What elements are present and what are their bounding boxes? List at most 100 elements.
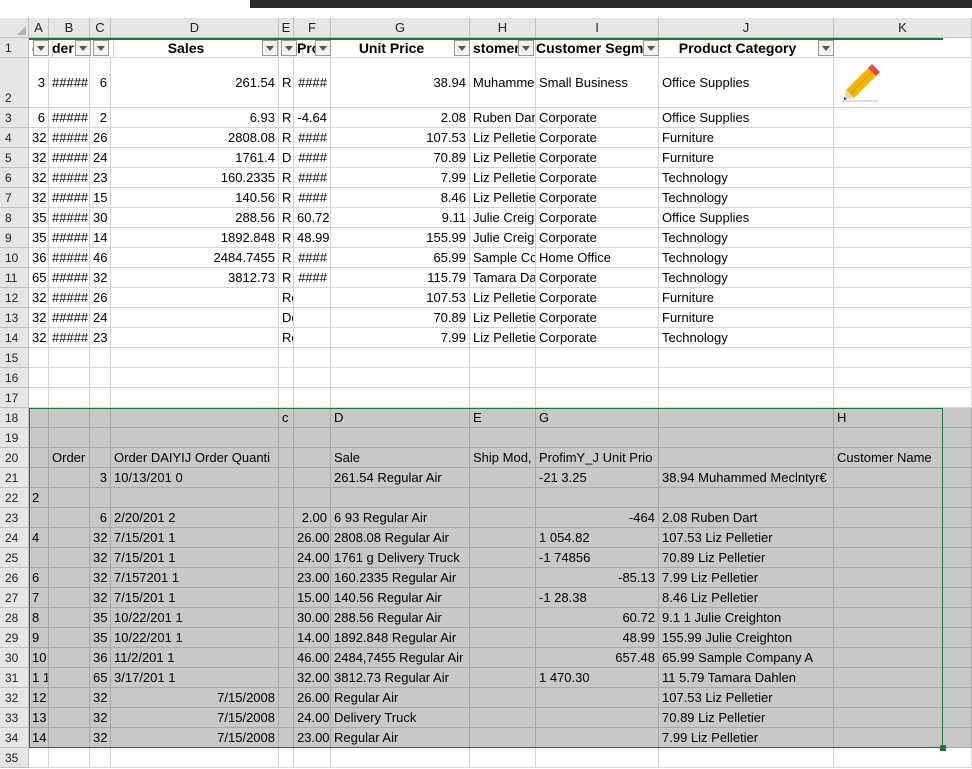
cell[interactable] <box>49 408 90 428</box>
cell[interactable]: 9 <box>29 628 49 648</box>
cell[interactable] <box>294 288 331 308</box>
row-header-4[interactable]: 5 <box>0 148 29 168</box>
cell[interactable]: 36 <box>90 648 111 668</box>
cell[interactable] <box>49 568 90 588</box>
cell[interactable] <box>536 728 659 748</box>
cell[interactable] <box>279 588 294 608</box>
cell[interactable]: 3812.73 <box>111 268 279 288</box>
cell[interactable] <box>294 468 331 488</box>
cell[interactable]: 48.99 <box>536 628 659 648</box>
cell[interactable]: 2/20/201 2 <box>111 508 279 528</box>
row-header-32[interactable]: 33 <box>0 708 29 728</box>
cell[interactable]: 2808.08 Regular Air <box>331 528 470 548</box>
cell[interactable] <box>90 428 111 448</box>
row-header-23[interactable]: 24 <box>0 528 29 548</box>
cell[interactable]: G <box>536 408 659 428</box>
cell[interactable]: 9.11 <box>331 208 470 228</box>
cell[interactable]: Technology <box>659 228 834 248</box>
cell[interactable]: #### <box>294 128 331 148</box>
cell[interactable]: 32 <box>90 708 111 728</box>
cell[interactable]: 35 <box>90 628 111 648</box>
cell[interactable]: 7/15/2008 <box>111 688 279 708</box>
cell[interactable]: 261.54 <box>111 58 279 108</box>
cell[interactable]: 23 <box>90 168 111 188</box>
cell[interactable] <box>834 428 972 448</box>
cell[interactable]: Sale <box>331 448 470 468</box>
cell[interactable]: ##### <box>49 268 90 288</box>
cell[interactable]: 32 <box>90 528 111 548</box>
filter-button-5[interactable] <box>315 40 331 56</box>
cell[interactable]: ##### <box>49 188 90 208</box>
row-header-7[interactable]: 8 <box>0 208 29 228</box>
cell[interactable]: 1 1 <box>29 668 49 688</box>
cell[interactable] <box>279 508 294 528</box>
row-header-24[interactable]: 25 <box>0 548 29 568</box>
cell[interactable]: -21 3.25 <box>536 468 659 488</box>
cell[interactable] <box>90 748 111 768</box>
cell[interactable]: 160.2335 Regular Air <box>331 568 470 588</box>
cell[interactable] <box>536 748 659 768</box>
cell[interactable] <box>279 708 294 728</box>
cell[interactable]: Julie Creig <box>470 208 536 228</box>
cell[interactable]: 115.79 <box>331 268 470 288</box>
pencil-icon[interactable] <box>838 64 880 104</box>
cell[interactable]: 32 <box>90 728 111 748</box>
cell[interactable] <box>49 548 90 568</box>
row-header-30[interactable]: 31 <box>0 668 29 688</box>
cell[interactable]: 36 <box>29 248 49 268</box>
cell[interactable] <box>331 748 470 768</box>
cell[interactable]: 6 <box>29 108 49 128</box>
cell[interactable]: Delivery <box>279 308 294 328</box>
cell[interactable]: -464 <box>536 508 659 528</box>
cell[interactable] <box>29 448 49 468</box>
cell[interactable]: 288.56 Regular Air <box>331 608 470 628</box>
cell[interactable]: c <box>279 408 294 428</box>
cell[interactable]: Corporate <box>536 188 659 208</box>
row-header-25[interactable]: 26 <box>0 568 29 588</box>
cell[interactable]: Furniture <box>659 288 834 308</box>
cell[interactable] <box>659 448 834 468</box>
cell[interactable]: 140.56 Regular Air <box>331 588 470 608</box>
cell[interactable]: Regular <box>279 328 294 348</box>
cell[interactable] <box>470 688 536 708</box>
cell[interactable] <box>834 348 972 368</box>
cell[interactable]: Delivery Truck <box>331 708 470 728</box>
cell[interactable]: Liz Pelletie <box>470 188 536 208</box>
cell[interactable] <box>834 208 972 228</box>
column-header-6[interactable]: G <box>331 18 470 38</box>
cell[interactable]: 32 <box>29 328 49 348</box>
cell[interactable]: 11/2/201 1 <box>111 648 279 668</box>
cell[interactable]: 38.94 <box>331 58 470 108</box>
cell[interactable]: 6 <box>29 568 49 588</box>
cell[interactable]: R <box>279 208 294 228</box>
row-header-19[interactable]: 20 <box>0 448 29 468</box>
cell[interactable] <box>294 448 331 468</box>
row-header-11[interactable]: 12 <box>0 288 29 308</box>
cell[interactable]: 32 <box>29 288 49 308</box>
cell[interactable]: ##### <box>49 248 90 268</box>
cell[interactable] <box>834 38 972 58</box>
cell[interactable]: 1892.848 Regular Air <box>331 628 470 648</box>
cell[interactable] <box>834 608 972 628</box>
cell[interactable]: Technology <box>659 168 834 188</box>
cell[interactable] <box>279 348 294 368</box>
cell[interactable]: ProfimY_J Unit Prio <box>536 448 659 468</box>
column-header-0[interactable]: A <box>29 18 49 38</box>
cell[interactable]: D <box>279 148 294 168</box>
cell[interactable] <box>279 468 294 488</box>
cell[interactable]: 2.00 <box>294 508 331 528</box>
cell[interactable] <box>111 348 279 368</box>
cell[interactable]: Customer Segm <box>536 38 659 58</box>
cell[interactable]: 32 <box>90 548 111 568</box>
cell[interactable]: R <box>279 58 294 108</box>
row-header-6[interactable]: 7 <box>0 188 29 208</box>
cell[interactable] <box>470 668 536 688</box>
cell[interactable]: #### <box>294 188 331 208</box>
cell[interactable]: 26.00 <box>294 688 331 708</box>
cell[interactable]: 3 <box>90 468 111 488</box>
cell[interactable]: 60.72 <box>536 608 659 628</box>
cell[interactable] <box>90 448 111 468</box>
cell[interactable] <box>279 388 294 408</box>
cell[interactable]: 32 <box>29 308 49 328</box>
filter-button-8[interactable] <box>643 40 659 56</box>
